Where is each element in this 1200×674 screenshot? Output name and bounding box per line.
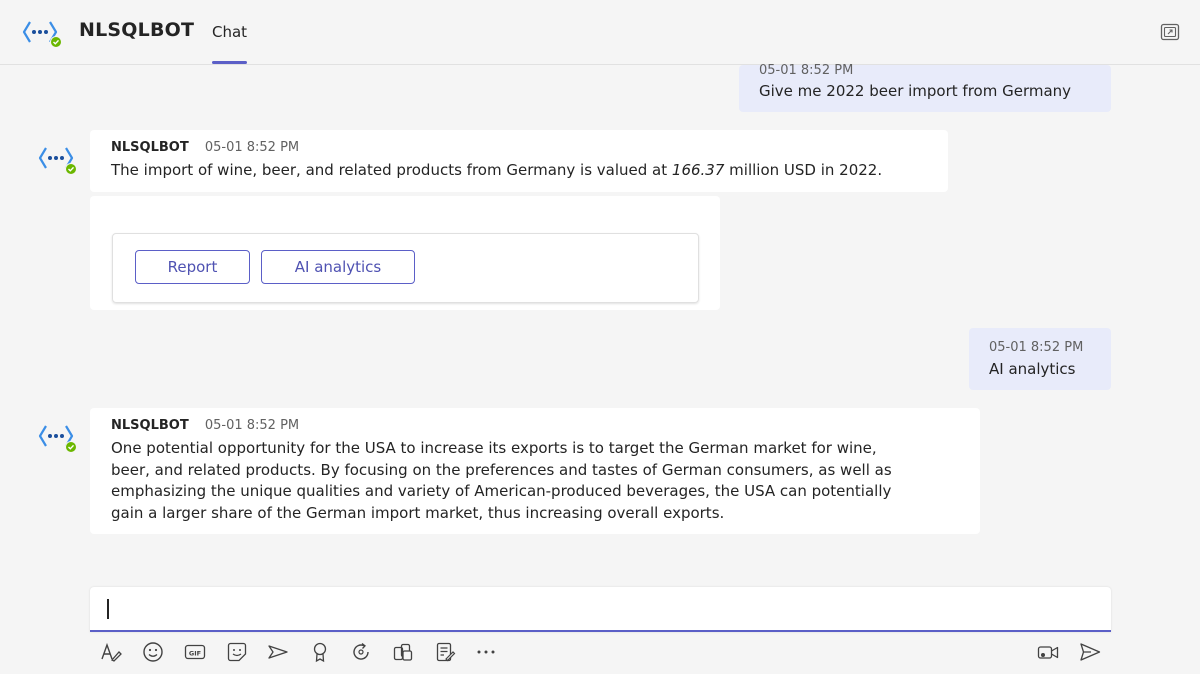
message-text: AI analytics bbox=[989, 360, 1076, 378]
message-text-part: The import of wine, beer, and related pr… bbox=[111, 161, 672, 179]
message-value: 166.37 bbox=[671, 161, 725, 179]
message-sender: NLSQLBOT bbox=[111, 418, 189, 433]
bot-message: NLSQLBOT 05-01 8:52 PM One potential opp… bbox=[90, 408, 980, 534]
message-timestamp: 05-01 8:52 PM bbox=[989, 340, 1084, 355]
sticker-icon[interactable] bbox=[225, 640, 249, 664]
popout-icon[interactable] bbox=[1160, 23, 1180, 41]
message-line: emphasizing the unique qualities and var… bbox=[111, 482, 892, 500]
tab-chat[interactable]: Chat bbox=[212, 0, 248, 64]
bot-avatar-icon bbox=[38, 142, 78, 178]
message-input[interactable] bbox=[102, 595, 1092, 623]
bot-avatar-icon bbox=[38, 420, 78, 456]
message-text: One potential opportunity for the USA to… bbox=[111, 438, 960, 524]
message-timestamp: 05-01 8:52 PM bbox=[204, 418, 300, 433]
user-message: 05-01 8:52 PM AI analytics bbox=[969, 328, 1111, 390]
chat-header: NLSQLBOT Chat bbox=[0, 0, 1200, 65]
message-sender: NLSQLBOT bbox=[111, 140, 189, 155]
message-text: The import of wine, beer, and related pr… bbox=[111, 160, 928, 182]
format-icon[interactable] bbox=[99, 640, 123, 664]
message-line: One potential opportunity for the USA to… bbox=[111, 439, 877, 457]
message-line: gain a larger share of the German import… bbox=[111, 503, 725, 522]
bot-message: NLSQLBOT 05-01 8:52 PM The import of win… bbox=[90, 130, 948, 192]
send-icon[interactable] bbox=[1078, 640, 1102, 664]
apps-icon[interactable] bbox=[391, 640, 415, 664]
schedule-meeting-icon[interactable] bbox=[266, 640, 290, 664]
bot-avatar-icon bbox=[22, 16, 62, 52]
adaptive-card: Report AI analytics bbox=[90, 196, 720, 310]
svg-text:GIF: GIF bbox=[189, 649, 201, 657]
praise-icon[interactable] bbox=[308, 640, 332, 664]
ai-analytics-button[interactable]: AI analytics bbox=[261, 250, 415, 284]
report-button[interactable]: Report bbox=[135, 250, 250, 284]
message-text: Give me 2022 beer import from Germany bbox=[759, 82, 1072, 100]
user-message: 05-01 8:52 PM Give me 2022 beer import f… bbox=[739, 63, 1111, 112]
message-timestamp: 05-01 8:52 PM bbox=[204, 140, 300, 155]
app-name: NLSQLBOT bbox=[79, 19, 195, 41]
emoji-icon[interactable] bbox=[141, 640, 165, 664]
loop-icon[interactable] bbox=[349, 640, 373, 664]
compose-box[interactable] bbox=[90, 587, 1111, 632]
more-options-icon[interactable] bbox=[474, 640, 498, 664]
message-timestamp: 05-01 8:52 PM bbox=[759, 63, 854, 78]
gif-icon[interactable]: GIF bbox=[183, 640, 207, 664]
approvals-icon[interactable] bbox=[433, 640, 457, 664]
message-text-part: million USD in 2022. bbox=[724, 161, 883, 179]
video-clip-icon[interactable] bbox=[1036, 640, 1060, 664]
actions-container: Report AI analytics bbox=[112, 233, 699, 303]
message-line: beer, and related products. By focusing … bbox=[111, 460, 892, 479]
